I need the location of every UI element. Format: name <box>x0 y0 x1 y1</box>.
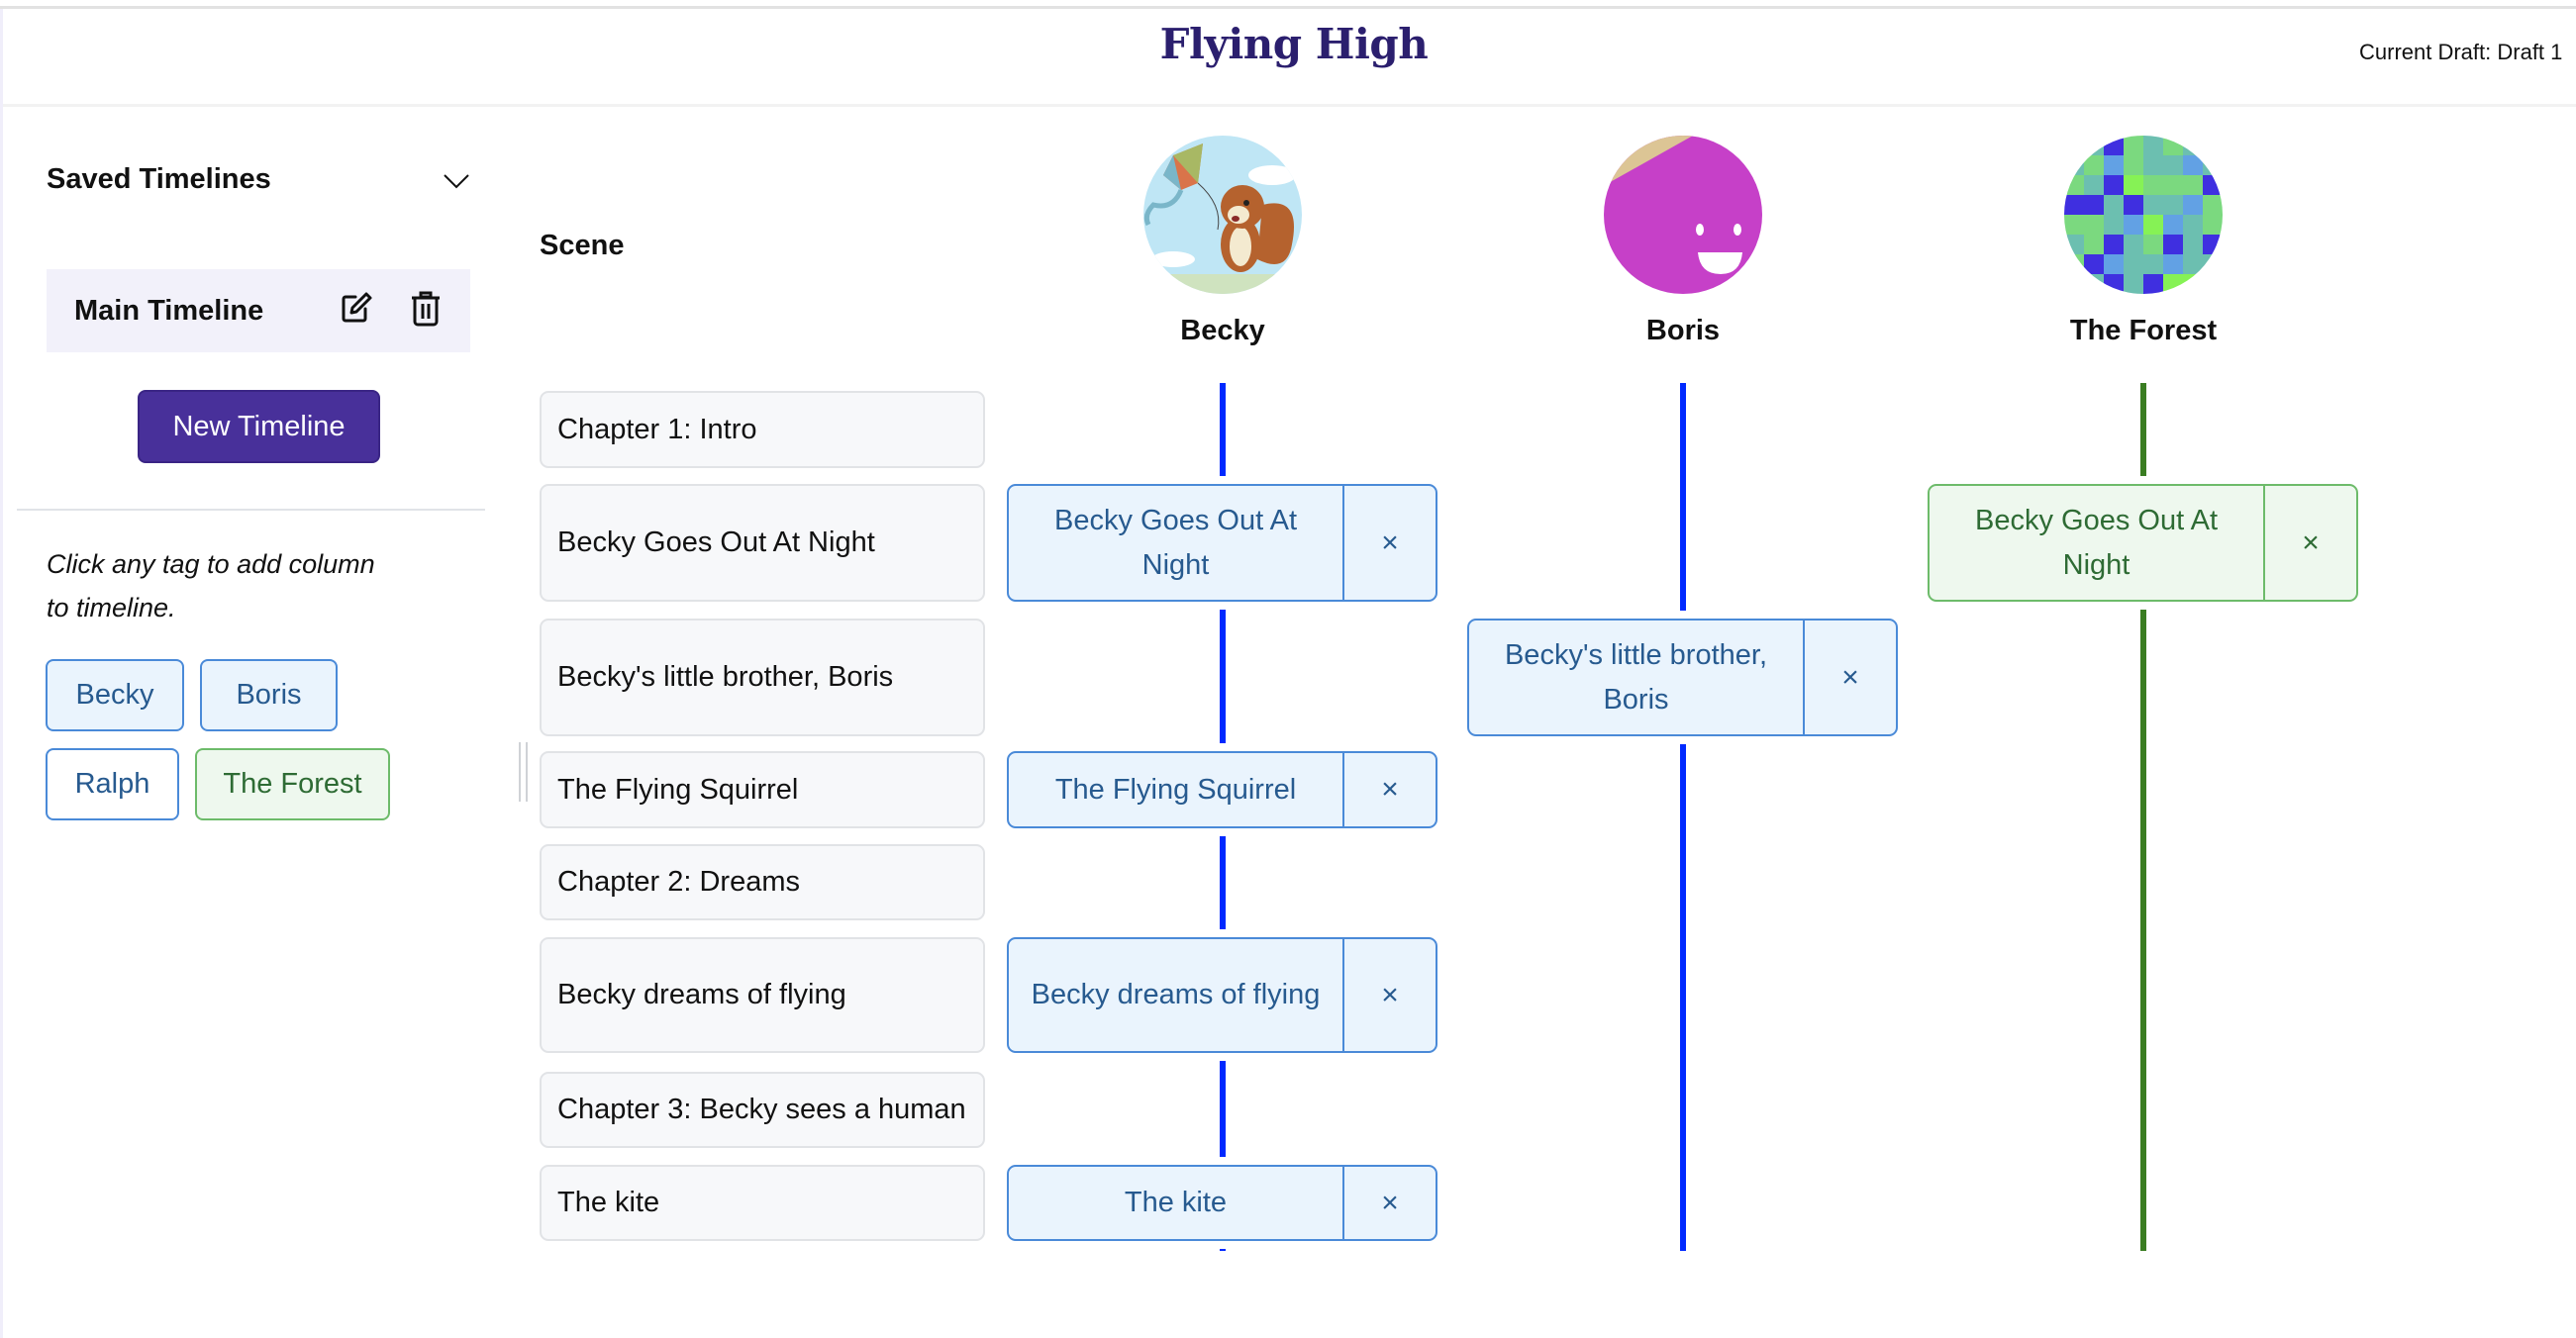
close-icon[interactable]: × <box>1803 621 1896 734</box>
sidebar-resize-handle[interactable] <box>519 742 529 802</box>
timeline-card-label[interactable]: Becky's little brother, Boris <box>1469 621 1803 734</box>
column-header-the-forest: The Forest <box>2069 315 2218 346</box>
timeline-card[interactable]: Becky dreams of flying × <box>1007 937 1437 1053</box>
timeline-item-label: Main Timeline <box>74 295 264 327</box>
edit-icon[interactable] <box>340 291 373 325</box>
close-icon[interactable]: × <box>1342 939 1436 1051</box>
close-icon[interactable]: × <box>1342 1167 1436 1239</box>
current-draft-indicator[interactable]: Current Draft: Draft 1 <box>2359 40 2562 65</box>
scene-row[interactable]: Becky dreams of flying <box>540 937 985 1053</box>
timeline-card-label[interactable]: The kite <box>1009 1167 1342 1239</box>
scene-title: Chapter 3: Becky sees a human <box>557 1094 966 1125</box>
timeline-line-segment <box>1220 383 1226 476</box>
tag-the-forest[interactable]: The Forest <box>195 748 390 820</box>
scene-title: Becky dreams of flying <box>557 979 846 1010</box>
scene-title: Becky Goes Out At Night <box>557 526 875 558</box>
trash-icon[interactable] <box>409 291 443 327</box>
scene-row[interactable]: The Flying Squirrel <box>540 751 985 828</box>
tag-hint-text: Click any tag to add column to timeline. <box>47 549 375 622</box>
timeline-line-segment <box>1220 1249 1226 1251</box>
tag-boris[interactable]: Boris <box>200 659 338 731</box>
scene-row[interactable]: Becky's little brother, Boris <box>540 619 985 736</box>
scene-row[interactable]: Chapter 1: Intro <box>540 391 985 468</box>
avatar-the-forest <box>2064 136 2223 294</box>
scene-title: The kite <box>557 1187 660 1218</box>
new-timeline-button[interactable]: New Timeline <box>138 390 380 463</box>
scene-title: Chapter 2: Dreams <box>557 866 800 898</box>
timeline-card[interactable]: Becky Goes Out At Night × <box>1928 484 2358 602</box>
timeline-line-segment <box>2140 610 2146 1251</box>
timeline-card-label[interactable]: Becky Goes Out At Night <box>1930 486 2263 600</box>
timeline-card-label[interactable]: Becky Goes Out At Night <box>1009 486 1342 600</box>
scene-title: Becky's little brother, Boris <box>557 661 894 693</box>
saved-timelines-heading: Saved Timelines <box>47 163 271 195</box>
timeline-card[interactable]: Becky's little brother, Boris × <box>1467 619 1898 736</box>
scene-row[interactable]: Chapter 2: Dreams <box>540 844 985 920</box>
timeline-line-segment <box>2140 383 2146 476</box>
sidebar-divider <box>17 509 485 511</box>
timeline-line-segment <box>1680 744 1686 1251</box>
timeline-card-label[interactable]: Becky dreams of flying <box>1009 939 1342 1051</box>
close-icon[interactable]: × <box>1342 753 1436 826</box>
scene-title: The Flying Squirrel <box>557 773 799 806</box>
timeline-item-main[interactable]: Main Timeline <box>47 269 470 352</box>
close-icon[interactable]: × <box>1342 486 1436 600</box>
scene-row[interactable]: The kite <box>540 1165 985 1241</box>
timeline-card[interactable]: The kite × <box>1007 1165 1437 1241</box>
scene-row[interactable]: Becky Goes Out At Night <box>540 484 985 602</box>
timeline-line-segment <box>1220 610 1226 743</box>
tag-becky[interactable]: Becky <box>46 659 184 731</box>
avatar-boris <box>1604 136 1762 294</box>
timeline-card[interactable]: The Flying Squirrel × <box>1007 751 1437 828</box>
timeline-line-segment <box>1680 383 1686 611</box>
page-title: Flying High <box>1159 20 1429 68</box>
chevron-down-icon[interactable] <box>442 166 471 196</box>
scene-title: Chapter 1: Intro <box>557 413 757 445</box>
timeline-line-segment <box>1220 836 1226 929</box>
column-header-boris: Boris <box>1645 315 1721 346</box>
timeline-line-segment <box>1220 1061 1226 1157</box>
scene-row[interactable]: Chapter 3: Becky sees a human <box>540 1072 985 1148</box>
tag-ralph[interactable]: Ralph <box>46 748 179 820</box>
timeline-card-label[interactable]: The Flying Squirrel <box>1009 753 1342 826</box>
timeline-card[interactable]: Becky Goes Out At Night × <box>1007 484 1437 602</box>
column-header-becky: Becky <box>1180 315 1265 346</box>
left-edge-strip <box>0 9 3 1338</box>
scene-column-header: Scene <box>540 230 625 261</box>
close-icon[interactable]: × <box>2263 486 2356 600</box>
avatar-becky <box>1143 136 1302 294</box>
